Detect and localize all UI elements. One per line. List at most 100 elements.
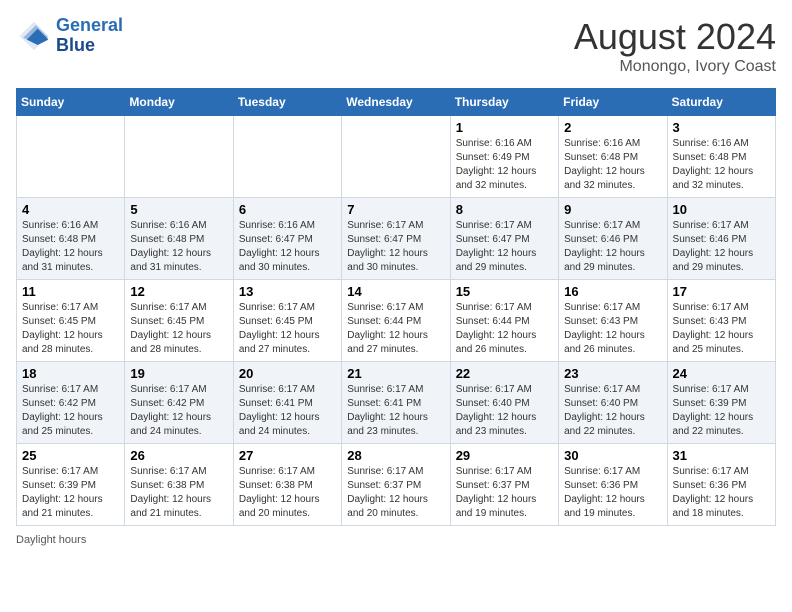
day-number: 28 xyxy=(347,448,444,463)
day-info: Sunrise: 6:17 AM Sunset: 6:39 PM Dayligh… xyxy=(673,383,770,439)
day-info: Sunrise: 6:17 AM Sunset: 6:36 PM Dayligh… xyxy=(564,465,661,521)
calendar-table: Sunday Monday Tuesday Wednesday Thursday… xyxy=(16,88,776,526)
calendar-body: 1 Sunrise: 6:16 AM Sunset: 6:49 PM Daylig… xyxy=(17,116,776,526)
calendar-cell: 4Sunrise: 6:16 AM Sunset: 6:48 PM Daylig… xyxy=(17,198,125,280)
col-friday: Friday xyxy=(559,89,667,116)
col-monday: Monday xyxy=(125,89,233,116)
calendar-cell: 27 Sunrise: 6:17 AM Sunset: 6:38 PM Dayli… xyxy=(233,444,341,526)
day-number: 16 xyxy=(564,284,661,299)
calendar-cell: 10Sunrise: 6:17 AM Sunset: 6:46 PM Dayli… xyxy=(667,198,775,280)
calendar-cell: 9Sunrise: 6:17 AM Sunset: 6:46 PM Daylig… xyxy=(559,198,667,280)
calendar-cell: 15 Sunrise: 6:17 AM Sunset: 6:44 PM Dayli… xyxy=(450,280,558,362)
calendar-cell: 21 Sunrise: 6:17 AM Sunset: 6:41 PM Dayli… xyxy=(342,362,450,444)
day-info: Sunrise: 6:17 AM Sunset: 6:47 PM Dayligh… xyxy=(347,219,444,275)
day-number: 11 xyxy=(22,284,119,299)
calendar-cell: 22 Sunrise: 6:17 AM Sunset: 6:40 PM Dayli… xyxy=(450,362,558,444)
day-info: Sunrise: 6:17 AM Sunset: 6:38 PM Dayligh… xyxy=(239,465,336,521)
day-info: Sunrise: 6:17 AM Sunset: 6:41 PM Dayligh… xyxy=(347,383,444,439)
day-info: Sunrise: 6:17 AM Sunset: 6:45 PM Dayligh… xyxy=(22,301,119,357)
calendar-cell: 16 Sunrise: 6:17 AM Sunset: 6:43 PM Dayli… xyxy=(559,280,667,362)
day-number: 18 xyxy=(22,366,119,381)
calendar-cell: 31Sunrise: 6:17 AM Sunset: 6:36 PM Dayli… xyxy=(667,444,775,526)
day-info: Sunrise: 6:16 AM Sunset: 6:48 PM Dayligh… xyxy=(22,219,119,275)
calendar-cell: 7 Sunrise: 6:17 AM Sunset: 6:47 PM Daylig… xyxy=(342,198,450,280)
day-info: Sunrise: 6:16 AM Sunset: 6:48 PM Dayligh… xyxy=(564,137,661,193)
day-info: Sunrise: 6:17 AM Sunset: 6:41 PM Dayligh… xyxy=(239,383,336,439)
calendar-cell: 25Sunrise: 6:17 AM Sunset: 6:39 PM Dayli… xyxy=(17,444,125,526)
day-info: Sunrise: 6:17 AM Sunset: 6:45 PM Dayligh… xyxy=(130,301,227,357)
header-row: Sunday Monday Tuesday Wednesday Thursday… xyxy=(17,89,776,116)
day-number: 17 xyxy=(673,284,770,299)
calendar-cell: 26 Sunrise: 6:17 AM Sunset: 6:38 PM Dayli… xyxy=(125,444,233,526)
day-info: Sunrise: 6:17 AM Sunset: 6:43 PM Dayligh… xyxy=(673,301,770,357)
day-number: 22 xyxy=(456,366,553,381)
day-info: Sunrise: 6:17 AM Sunset: 6:43 PM Dayligh… xyxy=(564,301,661,357)
calendar-cell: 23 Sunrise: 6:17 AM Sunset: 6:40 PM Dayli… xyxy=(559,362,667,444)
day-number: 5 xyxy=(130,202,227,217)
day-info: Sunrise: 6:17 AM Sunset: 6:42 PM Dayligh… xyxy=(130,383,227,439)
col-saturday: Saturday xyxy=(667,89,775,116)
day-number: 29 xyxy=(456,448,553,463)
calendar-cell: 5Sunrise: 6:16 AM Sunset: 6:48 PM Daylig… xyxy=(125,198,233,280)
subtitle: Monongo, Ivory Coast xyxy=(574,58,776,76)
day-info: Sunrise: 6:17 AM Sunset: 6:40 PM Dayligh… xyxy=(456,383,553,439)
page-header: General Blue August 2024 Monongo, Ivory … xyxy=(16,16,776,76)
day-number: 19 xyxy=(130,366,227,381)
calendar-cell: 11 Sunrise: 6:17 AM Sunset: 6:45 PM Dayli… xyxy=(17,280,125,362)
day-info: Sunrise: 6:17 AM Sunset: 6:44 PM Dayligh… xyxy=(347,301,444,357)
calendar-cell: 14 Sunrise: 6:17 AM Sunset: 6:44 PM Dayli… xyxy=(342,280,450,362)
day-number: 14 xyxy=(347,284,444,299)
day-info: Sunrise: 6:17 AM Sunset: 6:44 PM Dayligh… xyxy=(456,301,553,357)
calendar-cell: 30 Sunrise: 6:17 AM Sunset: 6:36 PM Dayli… xyxy=(559,444,667,526)
day-info: Sunrise: 6:17 AM Sunset: 6:39 PM Dayligh… xyxy=(22,465,119,521)
calendar-cell: 20 Sunrise: 6:17 AM Sunset: 6:41 PM Dayli… xyxy=(233,362,341,444)
calendar-cell: 6Sunrise: 6:16 AM Sunset: 6:47 PM Daylig… xyxy=(233,198,341,280)
calendar-cell: 3Sunrise: 6:16 AM Sunset: 6:48 PM Daylig… xyxy=(667,116,775,198)
day-info: Sunrise: 6:17 AM Sunset: 6:46 PM Dayligh… xyxy=(564,219,661,275)
logo: General Blue xyxy=(16,16,123,56)
calendar-cell: 13 Sunrise: 6:17 AM Sunset: 6:45 PM Dayli… xyxy=(233,280,341,362)
calendar-cell: 18 Sunrise: 6:17 AM Sunset: 6:42 PM Dayli… xyxy=(17,362,125,444)
day-number: 13 xyxy=(239,284,336,299)
day-info: Sunrise: 6:17 AM Sunset: 6:47 PM Dayligh… xyxy=(456,219,553,275)
calendar-header: Sunday Monday Tuesday Wednesday Thursday… xyxy=(17,89,776,116)
calendar-cell: 24 Sunrise: 6:17 AM Sunset: 6:39 PM Dayli… xyxy=(667,362,775,444)
day-number: 21 xyxy=(347,366,444,381)
calendar-week-3: 11 Sunrise: 6:17 AM Sunset: 6:45 PM Dayli… xyxy=(17,280,776,362)
calendar-cell: 12Sunrise: 6:17 AM Sunset: 6:45 PM Dayli… xyxy=(125,280,233,362)
day-info: Sunrise: 6:17 AM Sunset: 6:45 PM Dayligh… xyxy=(239,301,336,357)
day-info: Sunrise: 6:17 AM Sunset: 6:40 PM Dayligh… xyxy=(564,383,661,439)
calendar-cell: 1 Sunrise: 6:16 AM Sunset: 6:49 PM Daylig… xyxy=(450,116,558,198)
day-number: 31 xyxy=(673,448,770,463)
title-block: August 2024 Monongo, Ivory Coast xyxy=(574,16,776,76)
day-info: Sunrise: 6:17 AM Sunset: 6:46 PM Dayligh… xyxy=(673,219,770,275)
calendar-week-1: 1 Sunrise: 6:16 AM Sunset: 6:49 PM Daylig… xyxy=(17,116,776,198)
day-number: 27 xyxy=(239,448,336,463)
day-number: 6 xyxy=(239,202,336,217)
day-info: Sunrise: 6:17 AM Sunset: 6:38 PM Dayligh… xyxy=(130,465,227,521)
day-info: Sunrise: 6:16 AM Sunset: 6:49 PM Dayligh… xyxy=(456,137,553,193)
day-number: 20 xyxy=(239,366,336,381)
col-sunday: Sunday xyxy=(17,89,125,116)
day-info: Sunrise: 6:17 AM Sunset: 6:37 PM Dayligh… xyxy=(347,465,444,521)
day-number: 30 xyxy=(564,448,661,463)
calendar-week-5: 25Sunrise: 6:17 AM Sunset: 6:39 PM Dayli… xyxy=(17,444,776,526)
day-info: Sunrise: 6:16 AM Sunset: 6:48 PM Dayligh… xyxy=(673,137,770,193)
logo-text: General Blue xyxy=(56,16,123,56)
calendar-cell: 28 Sunrise: 6:17 AM Sunset: 6:37 PM Dayli… xyxy=(342,444,450,526)
calendar-cell: 17 Sunrise: 6:17 AM Sunset: 6:43 PM Dayli… xyxy=(667,280,775,362)
day-number: 7 xyxy=(347,202,444,217)
footer-note: Daylight hours xyxy=(16,534,776,546)
day-number: 23 xyxy=(564,366,661,381)
day-number: 2 xyxy=(564,120,661,135)
calendar-cell: 29Sunrise: 6:17 AM Sunset: 6:37 PM Dayli… xyxy=(450,444,558,526)
day-number: 15 xyxy=(456,284,553,299)
day-number: 24 xyxy=(673,366,770,381)
calendar-cell xyxy=(125,116,233,198)
calendar-cell xyxy=(233,116,341,198)
day-number: 1 xyxy=(456,120,553,135)
day-info: Sunrise: 6:17 AM Sunset: 6:42 PM Dayligh… xyxy=(22,383,119,439)
calendar-cell: 19 Sunrise: 6:17 AM Sunset: 6:42 PM Dayli… xyxy=(125,362,233,444)
day-number: 26 xyxy=(130,448,227,463)
logo-icon xyxy=(16,18,52,54)
